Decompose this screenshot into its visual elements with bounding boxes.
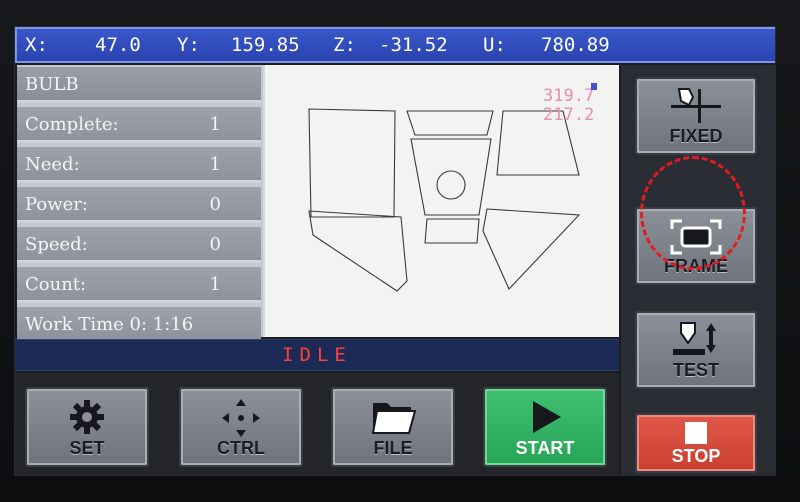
fixed-button[interactable]: FIXED — [635, 77, 757, 155]
work-time-label: Work Time 0: 1:16 — [25, 314, 194, 335]
y-axis-label: Y: — [177, 34, 200, 56]
outline-piece-circle — [436, 170, 466, 200]
ctrl-button[interactable]: CTRL — [179, 387, 303, 467]
x-axis-label: X: — [25, 34, 48, 56]
outline-piece-bottom-right — [482, 208, 581, 290]
work-time-row: Work Time 0: 1:16 — [17, 307, 261, 339]
stop-label: STOP — [671, 446, 721, 466]
file-name: BULB — [25, 74, 79, 95]
speed-row: Speed: 0 — [17, 227, 261, 263]
ctrl-label: CTRL — [217, 438, 265, 458]
y-axis-value: 159.85 — [231, 34, 300, 56]
outline-piece-bottom-center — [424, 218, 480, 244]
complete-value: 1 — [209, 114, 221, 135]
status-bar: IDLE — [15, 339, 619, 371]
start-button[interactable]: START — [483, 387, 607, 467]
test-button[interactable]: TEST — [635, 311, 757, 389]
speed-label: Speed: — [25, 234, 88, 255]
count-label: Count: — [25, 274, 87, 295]
set-label: SET — [69, 438, 105, 458]
speed-value: 0 — [209, 234, 221, 255]
outline-piece-center — [410, 138, 492, 216]
power-value: 0 — [209, 194, 221, 215]
u-axis-value: 780.89 — [541, 34, 610, 56]
power-label: Power: — [25, 194, 88, 215]
frame-button[interactable]: FRAME — [635, 207, 757, 285]
power-row: Power: 0 — [17, 187, 261, 223]
need-value: 1 — [209, 154, 221, 175]
bottom-toolbar: SET CTRL FILE START — [15, 373, 619, 475]
z-axis-value: -31.52 — [379, 34, 448, 56]
frame-label: FRAME — [664, 256, 728, 276]
right-toolbar: FIXED FRAME TEST STOP — [621, 65, 775, 475]
start-label: START — [515, 438, 575, 458]
file-name-row[interactable]: BULB — [17, 67, 261, 103]
origin-marker-icon — [591, 83, 597, 90]
file-button[interactable]: FILE — [331, 387, 455, 467]
touch-screen: X: 47.0 Y: 159.85 Z: -31.52 U: 780.89 BU… — [14, 26, 776, 476]
machine-status: IDLE — [282, 344, 352, 366]
stop-button[interactable]: STOP — [635, 413, 757, 473]
z-axis-label: Z: — [333, 34, 356, 56]
outline-piece-bottom-left — [308, 210, 408, 292]
gear-icon — [67, 397, 107, 442]
design-height: 217.2 — [543, 105, 595, 125]
coordinate-bar: X: 47.0 Y: 159.85 Z: -31.52 U: 780.89 — [15, 27, 775, 63]
design-dimensions: 319.7 217.2 — [543, 87, 594, 125]
play-icon — [525, 397, 565, 442]
x-axis-value: 47.0 — [95, 34, 141, 56]
laser-head-crosshair-icon — [669, 85, 723, 130]
count-value: 1 — [209, 274, 221, 295]
count-row: Count: 1 — [17, 267, 261, 303]
laser-test-icon — [669, 319, 723, 366]
job-info-panel: BULB Complete: 1 Need: 1 Power: 0 Speed:… — [17, 65, 263, 339]
outline-piece-top-center — [406, 110, 494, 136]
file-label: FILE — [373, 438, 413, 458]
outline-piece-left-rect — [308, 108, 396, 218]
need-label: Need: — [25, 154, 80, 175]
complete-row: Complete: 1 — [17, 107, 261, 143]
complete-label: Complete: — [25, 114, 119, 135]
test-label: TEST — [672, 360, 719, 380]
design-width: 319.7 — [543, 86, 595, 106]
need-row: Need: 1 — [17, 147, 261, 183]
folder-icon — [369, 397, 417, 442]
job-preview: 319.7 217.2 — [263, 65, 619, 337]
direction-pad-icon — [219, 397, 263, 444]
set-button[interactable]: SET — [25, 387, 149, 467]
u-axis-label: U: — [483, 34, 506, 56]
fixed-label: FIXED — [669, 126, 723, 146]
